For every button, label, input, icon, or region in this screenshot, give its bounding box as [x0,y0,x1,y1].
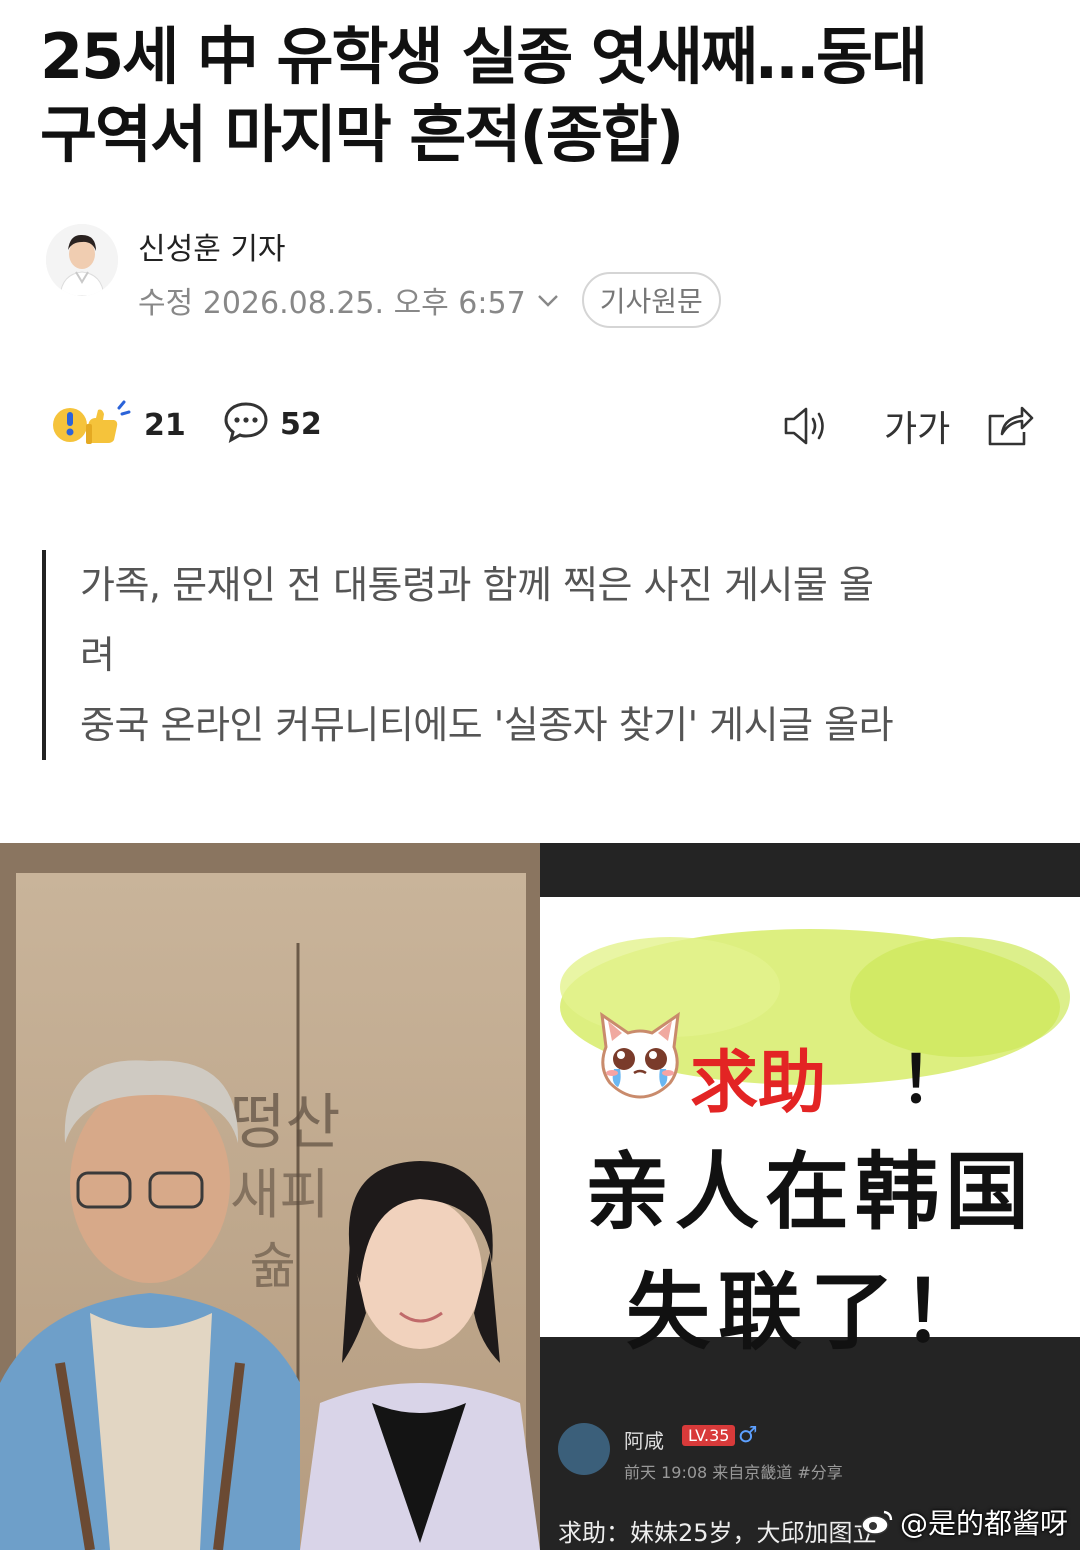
font-size-icon[interactable]: 가가 [884,400,950,452]
headline-line-2: 구역서 마지막 흔적(종합) [40,98,684,171]
photo-right-post: 求助 ！ 亲人在韩国 失联了！ 阿咸 LV.35 ♂ 前天 19:08 来自京畿… [540,843,1080,1550]
photo-left-portrait: 떵산 새피 슒 [0,843,540,1550]
help-card: 求助 ！ 亲人在韩国 失联了！ [540,897,1080,1361]
watermark: @是的都酱呀 [860,1502,1068,1542]
timestamp: 수정 2026.08.25. 오후 6:57 [138,286,526,321]
reporter-avatar[interactable] [46,224,118,296]
font-size-label: 가가 [884,409,951,450]
article-summary: 가족, 문재인 전 대통령과 함께 찍은 사진 게시물 올 려 중국 온라인 커… [42,550,1070,760]
crying-cat-icon [592,1007,688,1107]
missing-line-1: 亲人在韩国 [584,1143,1035,1241]
summary-line-1: 가족, 문재인 전 대통령과 함께 찍은 사진 게시물 올 [80,563,874,607]
emoji-reaction-icon [48,398,134,452]
post-username: 阿咸 [624,1429,664,1453]
comment-bubble-icon [222,398,270,450]
watermark-text: @是的都酱呀 [899,1507,1068,1540]
article-actions: 21 52 가가 [44,398,1040,458]
original-article-button[interactable]: 기사원문 [581,272,721,328]
comment-count: 52 [280,406,322,442]
speaker-icon[interactable] [780,402,834,450]
post-text: 求助：妹妹25岁，大邱加图立 [558,1519,877,1547]
svg-text:슒: 슒 [250,1237,296,1295]
byline: 신성훈 기자 수정 2026.08.25. 오후 6:57 기사원문 [46,224,1046,328]
missing-line-2: 失联了！ [625,1263,994,1361]
comment-button[interactable]: 52 [222,398,322,450]
post-avatar [558,1423,610,1475]
help-title: 求助 [690,1044,827,1123]
headline-line-1: 25세 中 유학생 실종 엿새째…동대 [40,20,928,93]
help-exclamation: ！ [900,1044,964,1118]
post-level-badge: LV.35 [682,1425,736,1446]
reaction-button[interactable]: 21 [48,398,186,452]
reporter-name[interactable]: 신성훈 기자 [138,224,286,268]
article-headline: 25세 中 유학생 실종 엿새째…동대 구역서 마지막 흔적(종합) [40,18,1050,174]
reaction-count: 21 [144,407,186,443]
post-gender-icon: ♂ [738,1423,758,1448]
svg-text:새피: 새피 [230,1163,329,1226]
weibo-icon [860,1508,894,1536]
summary-line-3: 중국 온라인 커뮤니티에도 '실종자 찾기' 게시글 올라 [80,703,894,747]
svg-text:떵산: 떵산 [230,1088,340,1158]
meta-row: 수정 2026.08.25. 오후 6:57 기사원문 [138,272,721,328]
summary-line-2: 려 [80,633,115,677]
share-icon[interactable] [984,402,1036,450]
chevron-down-icon[interactable] [536,291,560,309]
article-photo[interactable]: 떵산 새피 슒 求助 ！ 亲人在韩国 失联了！ 阿咸 LV.35 ♂ 前天 19… [0,843,1080,1550]
post-meta: 前天 19:08 来自京畿道 #分享 [624,1463,843,1482]
